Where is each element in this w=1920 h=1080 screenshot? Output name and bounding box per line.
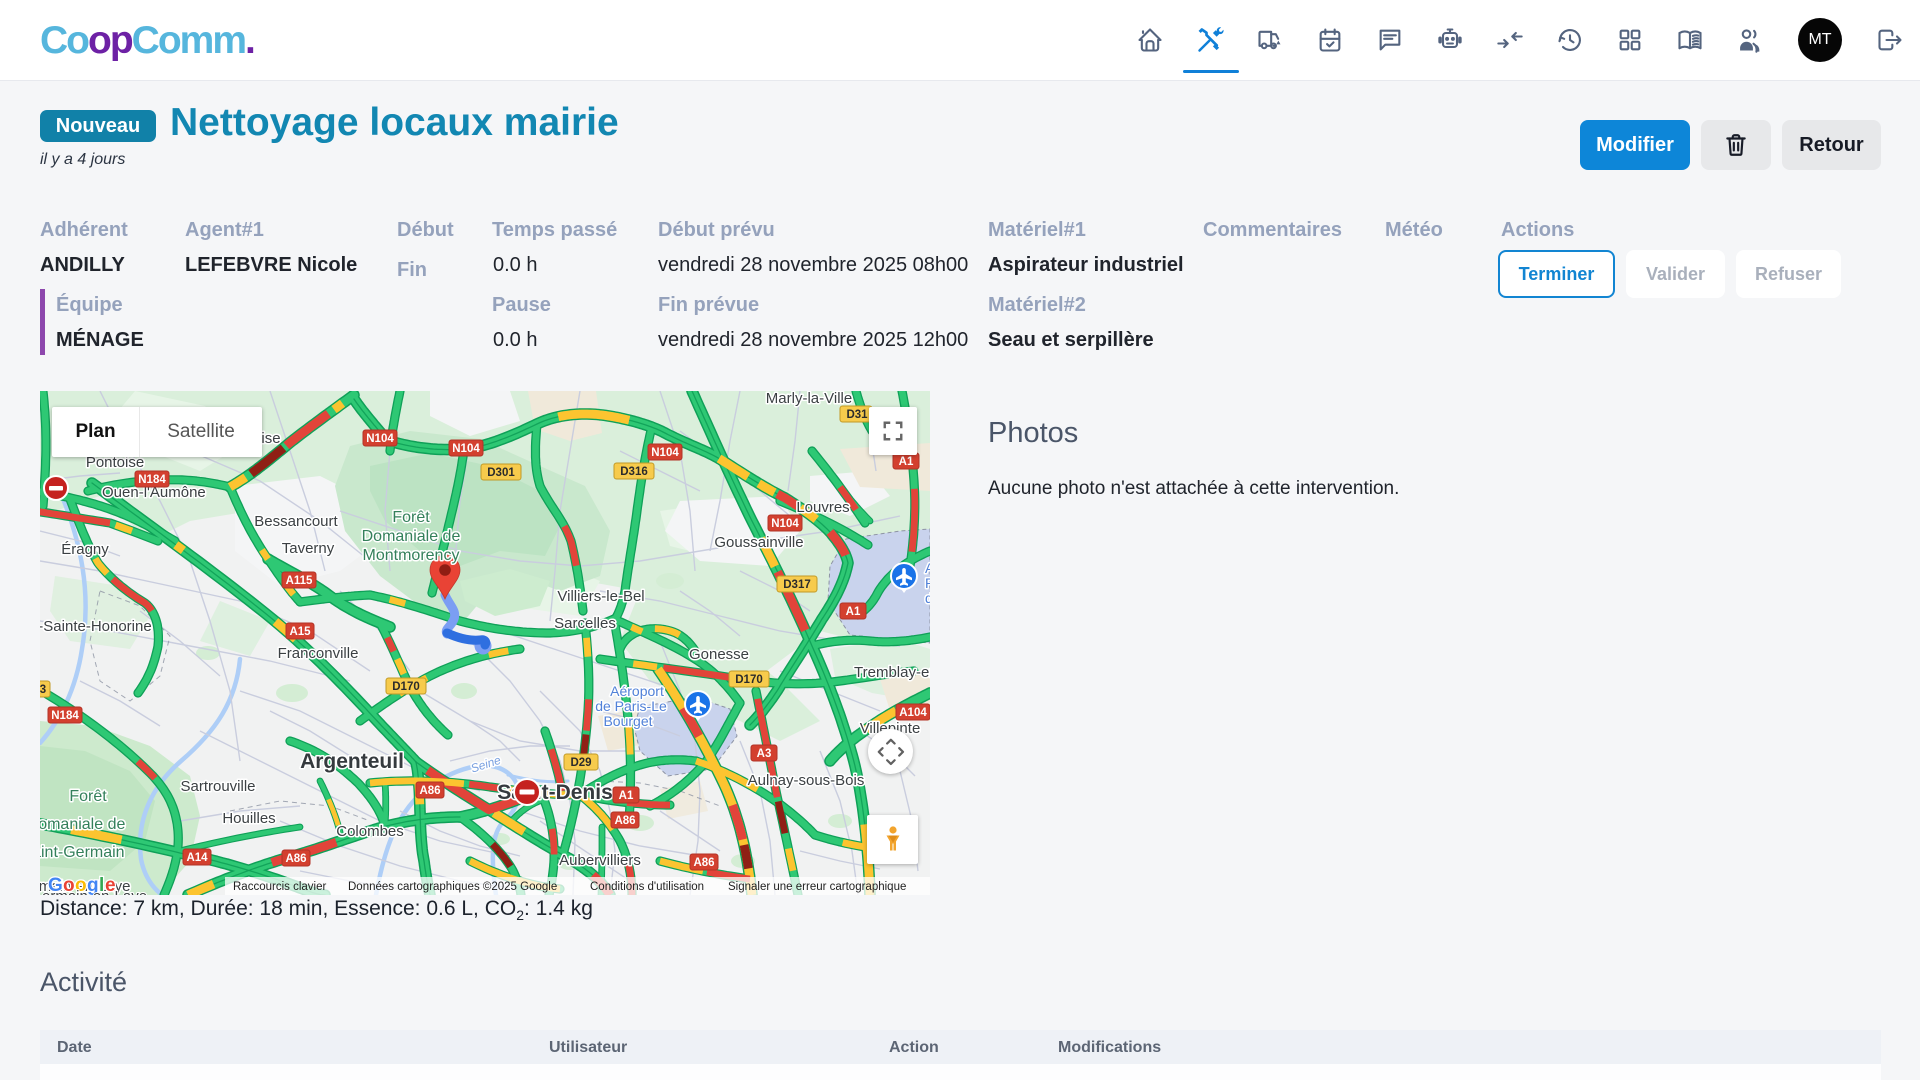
svg-text:A1: A1	[899, 456, 914, 468]
svg-text:Domaniale de: Domaniale de	[40, 816, 125, 833]
svg-text:A1: A1	[846, 606, 861, 618]
svg-text:ermain-en-Laye: ermain-en-Laye	[42, 888, 147, 895]
svg-text:Forêt: Forêt	[392, 509, 430, 526]
svg-text:N104: N104	[651, 447, 679, 459]
svg-text:A104: A104	[899, 707, 927, 719]
svg-text:D316: D316	[620, 466, 648, 478]
svg-text:N184: N184	[138, 474, 166, 486]
svg-text:A3: A3	[757, 748, 772, 760]
svg-text:A86: A86	[614, 815, 635, 827]
svg-text:de Paris-Le: de Paris-Le	[595, 698, 667, 714]
svg-text:A86: A86	[419, 785, 440, 797]
svg-text:3: 3	[40, 684, 46, 696]
svg-text:Louvres: Louvres	[796, 499, 849, 516]
svg-text:A86: A86	[285, 853, 306, 865]
svg-text:Sarcelles: Sarcelles	[554, 615, 616, 632]
svg-text:Aéroport: Aéroport	[610, 683, 664, 699]
svg-text:-Sainte-Honorine: -Sainte-Honorine	[40, 618, 152, 635]
svg-text:Argenteuil: Argenteuil	[300, 750, 404, 773]
svg-text:D301: D301	[487, 467, 515, 479]
svg-text:A15: A15	[289, 626, 311, 638]
svg-text:Aubervilliers: Aubervilliers	[559, 852, 641, 869]
svg-text:d: d	[925, 590, 930, 606]
svg-text:Signaler une erreur cartograph: Signaler une erreur cartographique	[728, 881, 906, 893]
svg-text:Bourget: Bourget	[603, 713, 652, 729]
svg-text:Conditions d'utilisation: Conditions d'utilisation	[590, 881, 704, 893]
svg-text:N104: N104	[452, 443, 480, 455]
svg-text:Marly-la-Ville: Marly-la-Ville	[766, 391, 852, 407]
svg-text:Bessancourt: Bessancourt	[254, 513, 338, 530]
svg-text:Gonesse: Gonesse	[689, 646, 749, 663]
svg-text:P: P	[925, 575, 930, 591]
svg-text:N104: N104	[771, 518, 799, 530]
svg-text:Colombes: Colombes	[336, 823, 404, 840]
svg-text:D29: D29	[570, 757, 591, 769]
svg-text:Aulnay-sous-Bois: Aulnay-sous-Bois	[748, 772, 865, 789]
svg-text:N184: N184	[51, 710, 79, 722]
svg-text:Données cartographiques ©2025: Données cartographiques ©2025 Google	[348, 881, 557, 893]
svg-text:Raccourcis clavier: Raccourcis clavier	[233, 881, 326, 893]
svg-text:ise: ise	[261, 430, 280, 447]
svg-text:A14: A14	[186, 852, 208, 864]
svg-text:Sartrouville: Sartrouville	[180, 778, 255, 795]
svg-text:D170: D170	[392, 681, 420, 693]
svg-text:Forêt: Forêt	[69, 788, 107, 805]
svg-text:Goussainville: Goussainville	[714, 534, 803, 551]
svg-text:Villiers-le-Bel: Villiers-le-Bel	[557, 588, 644, 605]
svg-text:A86: A86	[693, 857, 714, 869]
svg-text:D170: D170	[735, 674, 763, 686]
svg-text:Franconville: Franconville	[278, 645, 359, 662]
svg-text:D317: D317	[783, 579, 811, 591]
svg-text:Taverny: Taverny	[282, 540, 335, 557]
svg-text:A1: A1	[619, 790, 634, 802]
svg-text:N104: N104	[366, 433, 394, 445]
svg-text:A: A	[925, 560, 930, 576]
svg-text:Houilles: Houilles	[222, 810, 275, 827]
svg-text:Montmorency: Montmorency	[363, 547, 460, 564]
svg-text:Domaniale de: Domaniale de	[362, 528, 461, 545]
svg-text:Saint-Germain: Saint-Germain	[40, 844, 125, 861]
svg-text:A115: A115	[286, 575, 313, 587]
svg-text:Éragny: Éragny	[61, 541, 109, 558]
svg-text:D31: D31	[846, 409, 868, 421]
svg-text:Tremblay-en: Tremblay-en	[854, 664, 930, 681]
